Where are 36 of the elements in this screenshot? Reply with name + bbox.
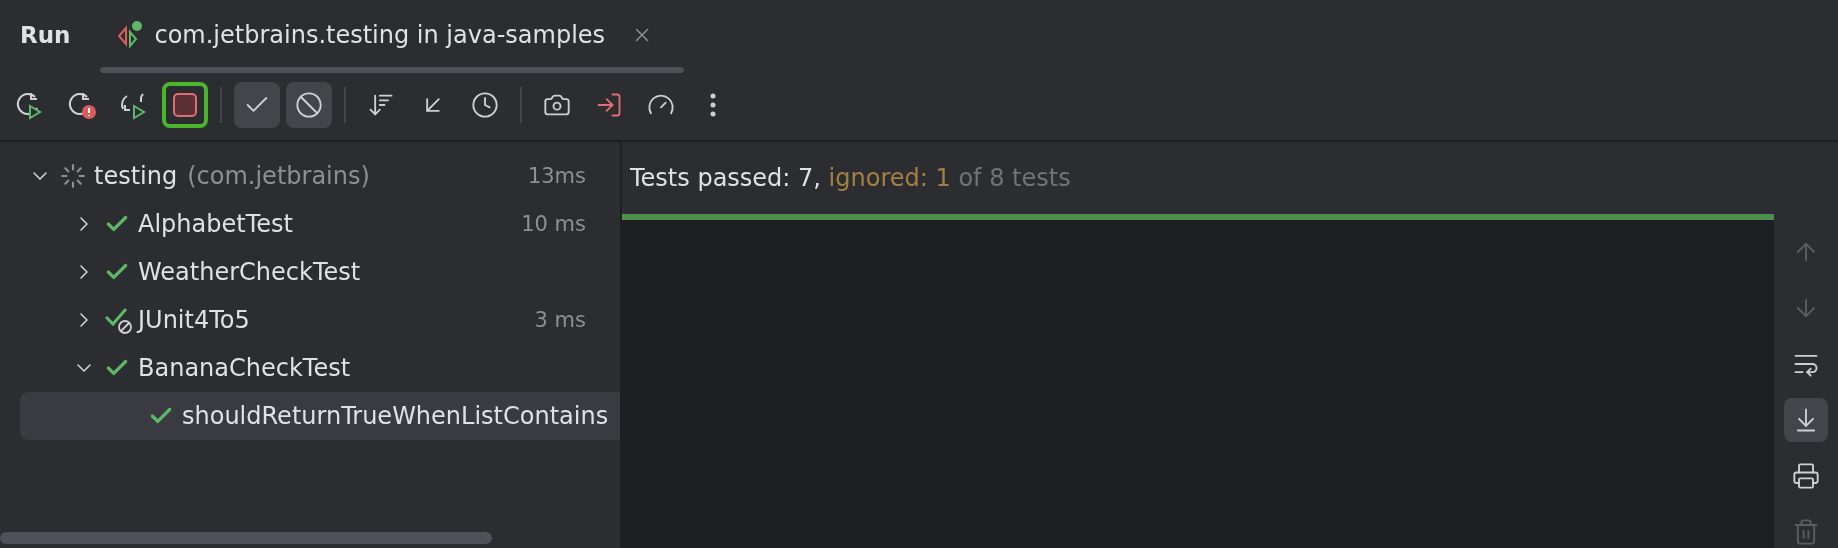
test-name: JUnit4To5	[138, 306, 250, 334]
test-summary: Tests passed: 7, ignored: 1 of 8 tests	[630, 164, 1071, 192]
run-tab[interactable]: com.jetbrains.testing in java-samples	[116, 0, 654, 70]
package-name: (com.jetbrains)	[187, 162, 370, 190]
test-name: testing	[94, 162, 178, 190]
test-run-icon	[116, 20, 145, 50]
test-name: WeatherCheckTest	[138, 258, 361, 286]
panel-title: Run	[20, 22, 71, 48]
stop-icon	[172, 92, 198, 118]
test-name: shouldReturnTrueWhenListContains	[182, 402, 609, 430]
toolbar-button[interactable]	[234, 82, 280, 128]
tree-row[interactable]: shouldReturnTrueWhenListContains	[20, 392, 620, 440]
tree-row[interactable]: testing (com.jetbrains) 13ms	[20, 152, 620, 200]
check-ignored-icon	[104, 305, 134, 335]
more-icon	[710, 93, 716, 117]
tab-label: com.jetbrains.testing in java-samples	[154, 21, 606, 49]
spinner-icon	[60, 163, 86, 189]
test-duration: 13ms	[527, 164, 587, 188]
tree-row[interactable]: JUnit4To5 3 ms	[20, 296, 620, 344]
scrollbar[interactable]	[100, 67, 684, 73]
side-action-button[interactable]	[1784, 398, 1828, 442]
tree-row[interactable]: BananaCheckTest	[20, 344, 620, 392]
import-icon	[595, 91, 623, 119]
ignore-icon	[295, 91, 323, 119]
test-duration: 3 ms	[534, 308, 587, 332]
trash-icon	[1792, 518, 1820, 546]
toolbar-button[interactable]	[162, 82, 208, 128]
test-name: BananaCheckTest	[138, 354, 351, 382]
printer-icon	[1792, 462, 1820, 490]
tree-row[interactable]: WeatherCheckTest	[20, 248, 620, 296]
tree-row[interactable]: AlphabetTest 10 ms	[20, 200, 620, 248]
clock-icon	[471, 91, 499, 119]
toolbar-button[interactable]	[286, 82, 332, 128]
test-name: AlphabetTest	[138, 210, 293, 238]
scrollbar[interactable]	[0, 532, 492, 544]
test-duration: 10 ms	[521, 212, 587, 236]
